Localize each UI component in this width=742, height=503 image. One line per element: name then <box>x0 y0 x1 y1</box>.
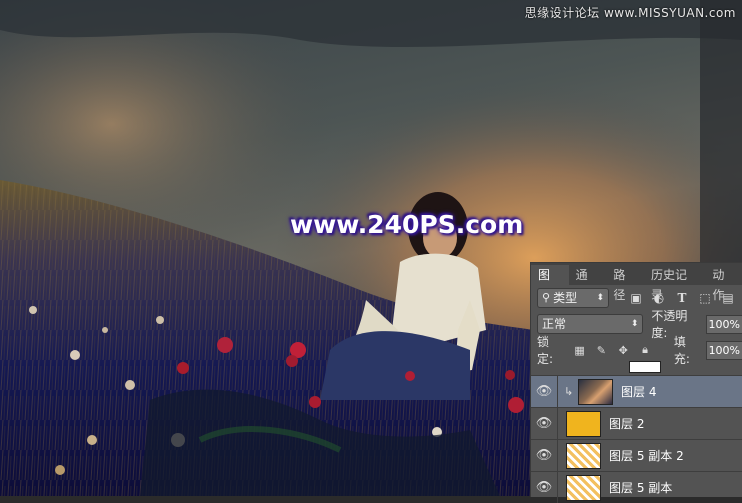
filter-kind-label: 类型 <box>553 291 578 305</box>
layer-row[interactable]: 👁︎ 图层 5 副本 <box>531 471 742 503</box>
lock-row: 锁定: ▦ ✎ ✥ 🔒︎ 填充: 100% <box>531 335 742 366</box>
layer-divider <box>557 408 558 439</box>
type-filter-icon[interactable]: T <box>675 291 689 305</box>
shape-filter-icon[interactable]: ⬚ <box>698 291 712 305</box>
layer-name: 图层 4 <box>621 385 657 399</box>
layer-divider <box>557 376 558 407</box>
filter-row: ⚲ 类型 ⬍ ▣ ◐ T ⬚ ▤ <box>531 285 742 311</box>
lock-position-icon[interactable]: ✥ <box>616 343 630 357</box>
tab-channels[interactable]: 通道 <box>569 265 607 302</box>
site-watermark: 思缘设计论坛 www.MISSYUAN.com <box>524 6 736 20</box>
layer-row[interactable]: 👁︎ 图层 2 <box>531 407 742 439</box>
eye-icon[interactable]: 👁︎ <box>531 480 557 495</box>
panel-tabs: 图层 通道 路径 历史记录 动作 <box>531 263 742 302</box>
lock-transparency-icon[interactable]: ▦ <box>573 343 587 357</box>
layer-thumbnail <box>566 442 601 469</box>
layer-thumbnail <box>578 378 613 405</box>
layer-thumbnail <box>566 410 601 437</box>
blend-mode-label: 正常 <box>542 317 567 331</box>
fill-label: 填充: <box>673 335 690 366</box>
lock-pixels-icon[interactable]: ✎ <box>594 343 608 357</box>
filter-kind-select[interactable]: ⚲ 类型 ⬍ <box>537 288 609 308</box>
layer-row[interactable]: 👁︎ ↳ 图层 4 <box>531 375 742 407</box>
layer-name: 图层 5 副本 2 <box>609 449 684 463</box>
lock-label: 锁定: <box>537 335 554 366</box>
center-watermark: www.240PS.com <box>290 210 524 239</box>
search-icon: ⚲ <box>542 291 551 304</box>
clipping-arrow-icon: ↳ <box>564 385 574 398</box>
eye-icon[interactable]: 👁︎ <box>531 448 557 463</box>
tab-layers[interactable]: 图层 <box>531 265 569 302</box>
eye-icon[interactable]: 👁︎ <box>531 384 557 399</box>
chevron-updown-icon: ⬍ <box>630 319 639 329</box>
lock-all-icon[interactable]: 🔒︎ <box>638 343 652 357</box>
layer-list: 👁︎ ↳ 图层 4 👁︎ 图层 2 👁︎ 图层 5 副本 2 👁︎ 图层 5 副… <box>531 361 742 503</box>
chevron-updown-icon: ⬍ <box>596 293 604 303</box>
tab-actions[interactable]: 动作 <box>705 265 742 302</box>
adjustment-filter-icon[interactable]: ◐ <box>652 291 666 305</box>
layer-divider <box>557 472 558 503</box>
layer-row-partial[interactable] <box>531 361 742 375</box>
layer-divider <box>557 440 558 471</box>
tab-paths[interactable]: 路径 <box>606 265 644 302</box>
image-filter-icon[interactable]: ▣ <box>629 291 643 305</box>
layer-mask-thumb <box>629 361 661 373</box>
layer-row[interactable]: 👁︎ 图层 5 副本 2 <box>531 439 742 471</box>
opacity-field[interactable]: 100% <box>705 314 742 334</box>
tab-history[interactable]: 历史记录 <box>644 265 705 302</box>
filter-icons: ▣ ◐ T ⬚ ▤ <box>629 291 735 305</box>
fill-field[interactable]: 100% <box>705 340 742 360</box>
layer-thumbnail <box>566 474 601 501</box>
smart-object-filter-icon[interactable]: ▤ <box>721 291 735 305</box>
eye-icon[interactable]: 👁︎ <box>531 416 557 431</box>
blend-mode-select[interactable]: 正常 ⬍ <box>537 314 644 334</box>
layer-name: 图层 2 <box>609 417 645 431</box>
layer-name: 图层 5 副本 <box>609 481 673 495</box>
layers-panel: 图层 通道 路径 历史记录 动作 ⚲ 类型 ⬍ ▣ ◐ T ⬚ ▤ 正常 ⬍ 不… <box>530 262 742 503</box>
